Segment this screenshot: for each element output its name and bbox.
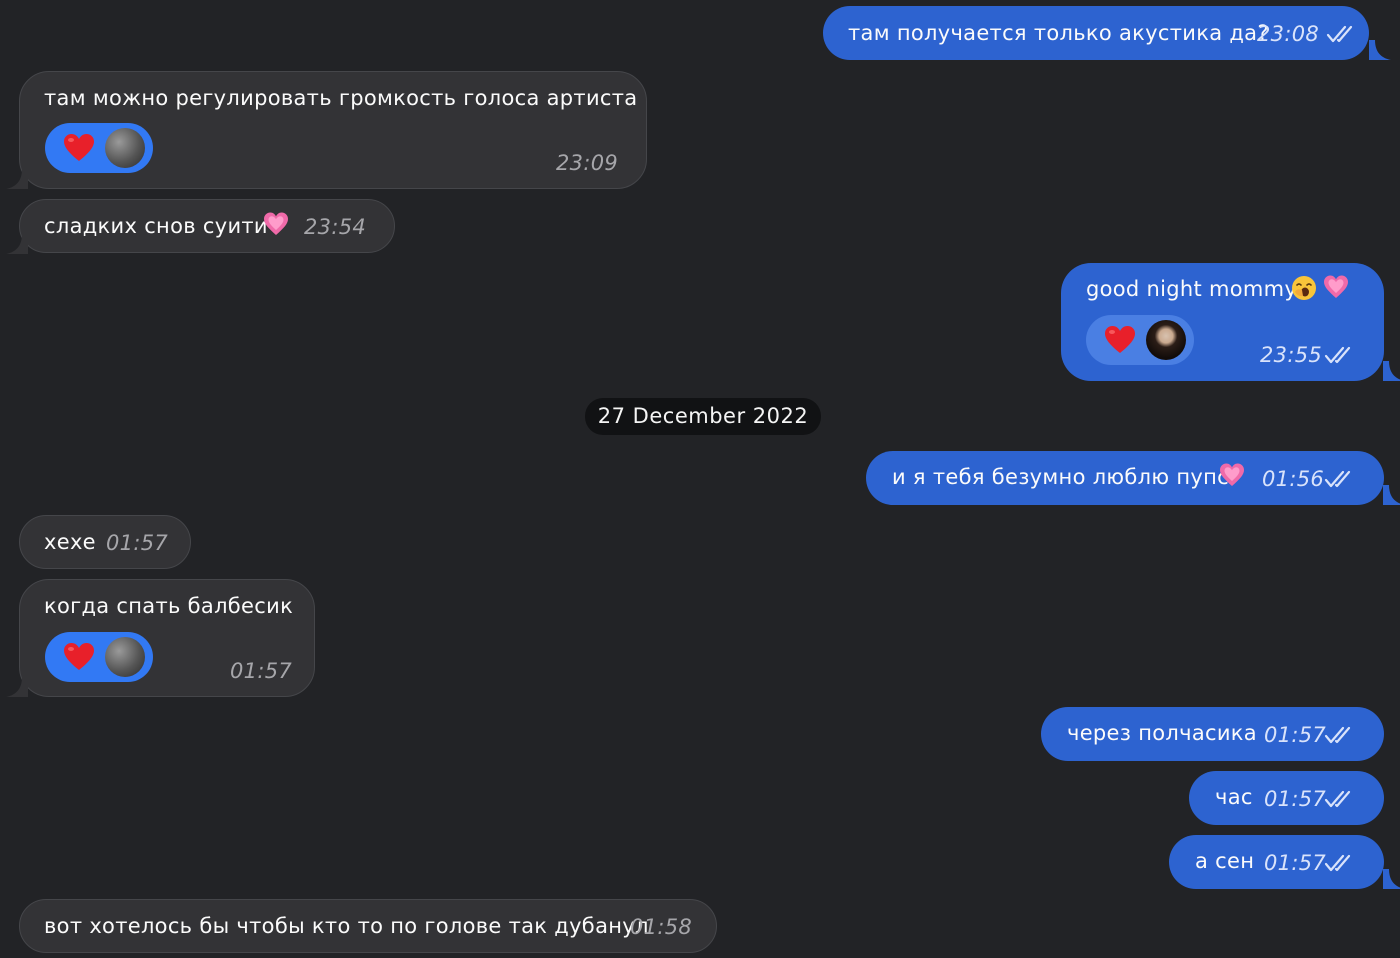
message-text: там получается только акустика да? [848, 21, 1269, 45]
message-text: там можно регулировать громкость голоса … [44, 86, 638, 110]
double-check-icon [1324, 789, 1356, 809]
pink-heart-icon [1219, 462, 1245, 488]
message-time: 01:57 [230, 659, 293, 683]
message-incoming[interactable]: хехе 01:57 [19, 515, 191, 569]
bubble-tail [1369, 40, 1391, 60]
message-outgoing[interactable]: и я тебя безумно люблю пупс 01:56 [866, 451, 1384, 505]
message-outgoing[interactable]: там получается только акустика да? 23:08 [823, 6, 1369, 60]
message-text: сладких снов суити [44, 214, 268, 238]
message-outgoing[interactable]: через полчасика 01:57 [1041, 707, 1384, 761]
message-time: 01:57 [1264, 851, 1327, 875]
red-heart-icon [63, 133, 95, 163]
message-text: вот хотелось бы чтобы кто то по голове т… [44, 914, 649, 938]
bubble-tail [1383, 361, 1400, 381]
message-text: хехе [44, 530, 96, 554]
message-incoming[interactable]: когда спать балбесик 01:57 [19, 579, 315, 697]
avatar [105, 128, 145, 168]
pink-heart-icon [1323, 274, 1349, 300]
message-time: 23:08 [1257, 22, 1320, 46]
bubble-tail [1383, 869, 1400, 889]
date-separator: 27 December 2022 [585, 398, 821, 435]
bubble-tail [6, 677, 28, 697]
message-text: когда спать балбесик [44, 594, 294, 618]
red-heart-icon [63, 642, 95, 672]
double-check-icon [1326, 24, 1358, 44]
message-text: через полчасика [1067, 721, 1257, 745]
message-time: 01:56 [1262, 467, 1325, 491]
reaction-pill[interactable] [1086, 315, 1194, 365]
pink-heart-icon [263, 211, 289, 237]
message-text: а сен [1195, 849, 1255, 873]
message-time: 01:57 [106, 531, 169, 555]
red-heart-icon [1104, 325, 1136, 355]
double-check-icon [1324, 345, 1356, 365]
message-time: 01:57 [1264, 787, 1327, 811]
reaction-pill[interactable] [45, 632, 153, 682]
double-check-icon [1324, 725, 1356, 745]
message-time: 01:57 [1264, 723, 1327, 747]
message-text: час [1215, 785, 1253, 809]
bubble-tail [6, 169, 28, 189]
bubble-tail [1383, 485, 1400, 505]
message-text: good night mommy [1086, 277, 1298, 301]
avatar [105, 637, 145, 677]
message-time: 23:54 [304, 215, 367, 239]
message-text: и я тебя безумно люблю пупс [892, 465, 1229, 489]
reaction-pill[interactable] [45, 123, 153, 173]
message-incoming[interactable]: сладких снов суити 23:54 [19, 199, 395, 253]
message-incoming[interactable]: там можно регулировать громкость голоса … [19, 71, 647, 189]
message-outgoing[interactable]: good night mommy 23:55 [1061, 263, 1384, 381]
avatar [1146, 320, 1186, 360]
double-check-icon [1324, 469, 1356, 489]
message-time: 01:58 [630, 915, 693, 939]
message-time: 23:55 [1260, 343, 1323, 367]
double-check-icon [1324, 853, 1356, 873]
message-outgoing[interactable]: а сен 01:57 [1169, 835, 1384, 889]
message-incoming[interactable]: вот хотелось бы чтобы кто то по голове т… [19, 899, 717, 953]
yawning-face-icon [1291, 275, 1317, 301]
bubble-tail [6, 234, 28, 254]
message-outgoing[interactable]: час 01:57 [1189, 771, 1384, 825]
message-time: 23:09 [556, 151, 619, 175]
